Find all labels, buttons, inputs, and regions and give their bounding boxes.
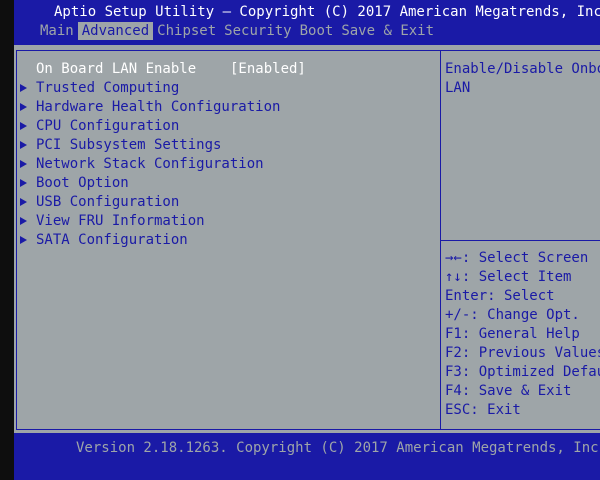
menu-item-label: Trusted Computing: [36, 80, 180, 96]
submenu-arrow-icon: [20, 103, 27, 111]
submenu-arrow-icon: [20, 141, 27, 149]
submenu-arrow-icon: [20, 198, 27, 206]
menu-item-label: Boot Option: [36, 175, 129, 191]
help-divider: [441, 240, 600, 241]
key-hint-f4: F4: Save & Exit: [445, 383, 572, 399]
menu-item-pci-subsystem[interactable]: PCI Subsystem Settings: [20, 136, 436, 155]
onboard-lan-setting[interactable]: On Board LAN Enable [Enabled]: [20, 60, 436, 79]
menu-item-view-fru[interactable]: View FRU Information: [20, 212, 436, 231]
key-legend: →←: Select Screen ↑↓: Select Item Enter:…: [445, 249, 600, 420]
tab-boot[interactable]: Boot: [296, 22, 338, 40]
submenu-arrow-icon: [20, 217, 27, 225]
key-hint-change-opt: +/-: Change Opt.: [445, 307, 580, 323]
menu-item-trusted-computing[interactable]: Trusted Computing: [20, 79, 436, 98]
key-hint-select-item: ↑↓: Select Item: [445, 269, 572, 285]
tab-security[interactable]: Security: [220, 22, 295, 40]
tab-advanced[interactable]: Advanced: [77, 22, 154, 40]
onboard-lan-value[interactable]: [Enabled]: [230, 60, 306, 79]
key-hint-select-screen: →←: Select Screen: [445, 250, 589, 266]
submenu-arrow-icon: [20, 84, 27, 92]
window-title: Aptio Setup Utility – Copyright (C) 2017…: [54, 4, 600, 20]
menu-item-boot-option[interactable]: Boot Option: [20, 174, 436, 193]
tab-bar: Main Advanced Chipset Security Boot Save…: [36, 22, 438, 40]
key-hint-enter: Enter: Select: [445, 288, 555, 304]
menu-item-label: USB Configuration: [36, 194, 180, 210]
help-line: LAN: [445, 80, 471, 96]
menu-item-label: Hardware Health Configuration: [36, 99, 281, 115]
menu-item-label: SATA Configuration: [36, 232, 188, 248]
menu-item-label: PCI Subsystem Settings: [36, 137, 222, 153]
help-text: Enable/Disable Onboa LAN: [445, 60, 600, 98]
menu-item-sata-configuration[interactable]: SATA Configuration: [20, 231, 436, 250]
advanced-menu: On Board LAN Enable [Enabled] Trusted Co…: [20, 60, 436, 250]
tab-main[interactable]: Main: [36, 22, 78, 40]
tab-chipset[interactable]: Chipset: [153, 22, 220, 40]
menu-item-hardware-health[interactable]: Hardware Health Configuration: [20, 98, 436, 117]
key-hint-f1: F1: General Help: [445, 326, 580, 342]
submenu-arrow-icon: [20, 160, 27, 168]
help-line: Enable/Disable Onboa: [445, 61, 600, 77]
submenu-arrow-icon: [20, 122, 27, 130]
submenu-arrow-icon: [20, 236, 27, 244]
key-hint-esc: ESC: Exit: [445, 402, 521, 418]
menu-item-label: View FRU Information: [36, 213, 205, 229]
version-text: Version 2.18.1263. Copyright (C) 2017 Am…: [76, 440, 600, 456]
onboard-lan-label: On Board LAN Enable: [36, 61, 197, 77]
tab-save-exit[interactable]: Save & Exit: [337, 22, 438, 40]
menu-item-label: Network Stack Configuration: [36, 156, 264, 172]
submenu-arrow-icon: [20, 179, 27, 187]
menu-item-network-stack[interactable]: Network Stack Configuration: [20, 155, 436, 174]
menu-item-label: CPU Configuration: [36, 118, 180, 134]
menu-item-cpu-configuration[interactable]: CPU Configuration: [20, 117, 436, 136]
menu-item-usb-configuration[interactable]: USB Configuration: [20, 193, 436, 212]
key-hint-f3: F3: Optimized Defau: [445, 364, 600, 380]
key-hint-f2: F2: Previous Values: [445, 345, 600, 361]
